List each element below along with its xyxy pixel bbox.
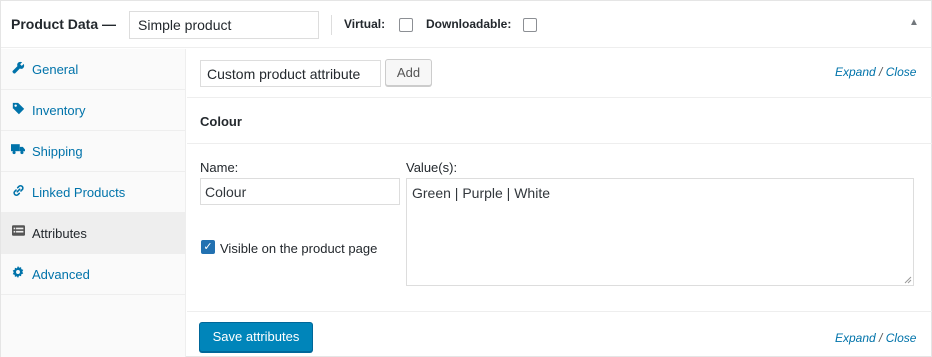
attribute-values-textarea[interactable]: Green | Purple | White (406, 178, 914, 286)
attribute-taxonomy-select[interactable]: Custom product attribute (200, 60, 381, 87)
tab-label: Attributes (32, 226, 87, 241)
add-attribute-button[interactable]: Add (385, 59, 432, 86)
product-data-panel: Product Data — Simple product Virtual: D… (0, 0, 932, 357)
tab-label: Advanced (32, 267, 90, 282)
wrench-icon (11, 61, 25, 75)
attribute-heading: Colour (200, 114, 242, 129)
values-label: Value(s): (406, 160, 458, 175)
attribute-values-text: Green | Purple | White (412, 185, 550, 201)
tag-icon (11, 102, 25, 116)
resize-grip-icon[interactable] (903, 275, 912, 284)
tab-label: Linked Products (32, 185, 126, 200)
attribute-fields: Name: Value(s): Colour Green | Purple | … (187, 145, 932, 312)
link-separator: / (879, 331, 883, 345)
link-icon (11, 184, 25, 198)
close-link[interactable]: Close (886, 65, 917, 79)
tab-label: Shipping (32, 144, 83, 159)
panel-title: Product Data — (11, 16, 117, 32)
tab-general[interactable]: General (1, 49, 186, 90)
triangle-up-icon[interactable]: ▲ (909, 17, 919, 28)
tab-shipping[interactable]: Shipping (1, 131, 186, 172)
attributes-toolbar: Custom product attribute Add Expand / Cl… (187, 49, 932, 98)
footer-expand-close-links: Expand / Close (835, 331, 916, 345)
tab-inventory[interactable]: Inventory (1, 90, 186, 131)
tab-advanced[interactable]: Advanced (1, 254, 186, 295)
header-divider (331, 15, 332, 35)
save-attributes-button[interactable]: Save attributes (199, 322, 313, 352)
truck-icon (11, 143, 25, 157)
attributes-footer: Save attributes Expand / Close (187, 313, 932, 357)
list-icon (11, 225, 25, 239)
virtual-label: Virtual: (344, 17, 386, 31)
product-type-select[interactable]: Simple product (129, 11, 319, 39)
close-link[interactable]: Close (886, 331, 917, 345)
tab-attributes[interactable]: Attributes (1, 213, 186, 254)
tab-label: Inventory (32, 103, 86, 118)
product-data-header: Product Data — Simple product Virtual: D… (1, 1, 931, 48)
attribute-name-input[interactable]: Colour (200, 178, 400, 205)
attributes-panel: Custom product attribute Add Expand / Cl… (187, 49, 932, 357)
tab-linked-products[interactable]: Linked Products (1, 172, 186, 213)
name-label: Name: (200, 160, 239, 175)
gear-icon (11, 266, 25, 280)
virtual-checkbox[interactable] (399, 18, 413, 32)
product-data-tabs: General Inventory Shipping Linked Produc… (1, 49, 186, 357)
attribute-heading-bar[interactable]: Colour (187, 99, 932, 144)
link-separator: / (879, 65, 883, 79)
downloadable-checkbox[interactable] (523, 18, 537, 32)
expand-close-links: Expand / Close (835, 65, 916, 79)
visible-on-product-page-checkbox[interactable]: ✓ (201, 240, 215, 254)
downloadable-label: Downloadable: (426, 17, 512, 31)
tab-label: General (32, 62, 79, 77)
expand-link[interactable]: Expand (835, 65, 876, 79)
visible-on-product-page-label: Visible on the product page (220, 241, 378, 256)
expand-link[interactable]: Expand (835, 331, 876, 345)
